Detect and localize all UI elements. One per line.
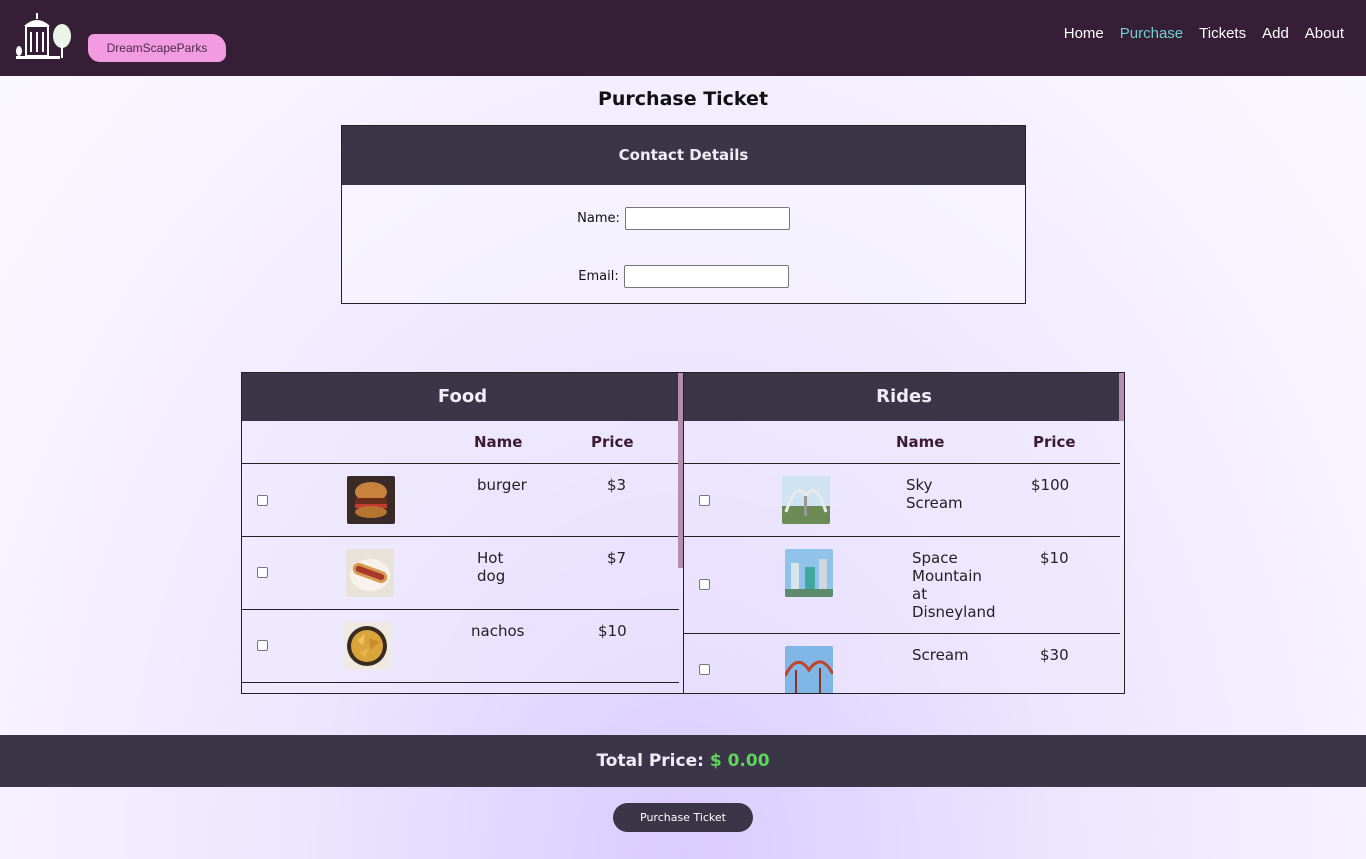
ride-name: Space Mountain at Disneyland <box>912 549 996 621</box>
ride-price: $10 <box>1040 549 1069 567</box>
nav-links: Home Purchase Tickets Add About <box>1064 25 1344 42</box>
food-col-name: Name <box>474 433 523 451</box>
food-checkbox[interactable] <box>257 495 268 506</box>
name-row: Name: <box>342 207 1025 230</box>
brand-name: DreamScapeParks <box>88 34 226 62</box>
page-title: Purchase Ticket <box>597 88 769 110</box>
ride-name: Scream <box>912 646 969 664</box>
rides-scrollbar[interactable] <box>1119 373 1124 693</box>
total-amount: $ 0.00 <box>709 751 770 771</box>
nav-home[interactable]: Home <box>1064 25 1104 42</box>
nav-about[interactable]: About <box>1305 25 1344 42</box>
total-label: Total Price: <box>596 751 704 771</box>
name-label: Name: <box>577 211 620 226</box>
contact-details-header: Contact Details <box>342 126 1025 185</box>
park-logo-icon <box>16 13 71 59</box>
food-table: Food Name Price burger $3 Hot dog $7 nac… <box>241 372 684 694</box>
rides-table: Rides Name Price Sky Scream $100 Space M… <box>683 372 1125 694</box>
hotdog-image <box>346 549 394 597</box>
scream-image <box>785 646 833 693</box>
ride-checkbox[interactable] <box>699 664 710 675</box>
email-label: Email: <box>578 269 619 284</box>
name-input[interactable] <box>624 207 790 230</box>
ride-price: $30 <box>1040 646 1069 664</box>
space-mountain-image <box>785 549 833 597</box>
food-row-nachos: nachos $10 <box>242 610 679 683</box>
nav-add[interactable]: Add <box>1262 25 1289 42</box>
rides-col-price: Price <box>1033 433 1076 451</box>
burger-image <box>347 476 395 524</box>
food-row-hotdog: Hot dog $7 <box>242 537 679 610</box>
food-checkbox[interactable] <box>257 640 268 651</box>
ride-checkbox[interactable] <box>699 495 710 506</box>
contact-details-box: Contact Details Name: Email: <box>341 125 1026 304</box>
navbar: DreamScapeParks Home Purchase Tickets Ad… <box>0 0 1366 76</box>
nachos-image <box>343 622 391 670</box>
ride-checkbox[interactable] <box>699 579 710 590</box>
food-price: $7 <box>607 549 627 567</box>
food-col-price: Price <box>591 433 634 451</box>
food-price: $3 <box>607 476 627 494</box>
sky-scream-image <box>782 476 830 524</box>
food-price: $10 <box>598 622 627 640</box>
ride-row-space-mountain: Space Mountain at Disneyland $10 <box>684 537 1120 634</box>
food-header: Food <box>242 373 683 421</box>
food-row-burger: burger $3 <box>242 463 679 537</box>
rides-col-name: Name <box>896 433 945 451</box>
food-name: burger <box>477 476 527 494</box>
nav-tickets[interactable]: Tickets <box>1199 25 1246 42</box>
ride-name: Sky Scream <box>906 476 963 512</box>
total-price-bar: Total Price: $ 0.00 <box>0 735 1366 787</box>
email-input[interactable] <box>623 265 789 288</box>
rides-header: Rides <box>684 373 1124 421</box>
brand-logo[interactable]: DreamScapeParks <box>12 12 226 62</box>
email-row: Email: <box>342 265 1025 288</box>
food-name: Hot dog <box>477 549 506 585</box>
purchase-ticket-button[interactable]: Purchase Ticket <box>613 803 753 832</box>
ride-price: $100 <box>1031 476 1070 494</box>
nav-purchase[interactable]: Purchase <box>1120 25 1183 42</box>
food-name: nachos <box>471 622 525 640</box>
ride-row-scream: Scream $30 <box>684 634 1120 693</box>
ride-row-sky-scream: Sky Scream $100 <box>684 463 1120 537</box>
food-checkbox[interactable] <box>257 567 268 578</box>
